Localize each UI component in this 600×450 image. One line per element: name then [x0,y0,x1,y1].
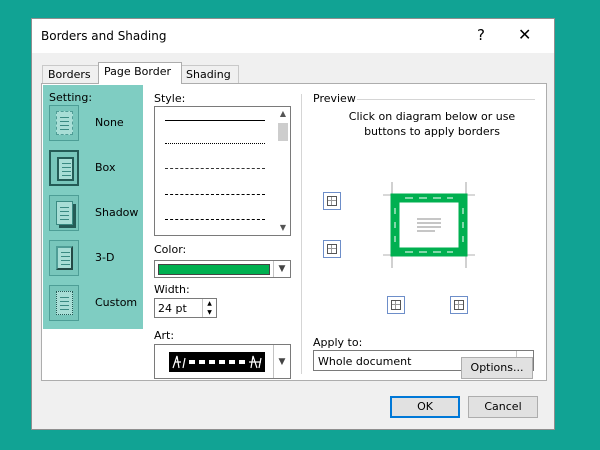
divider [301,94,302,374]
preview-hint: Click on diagram below or use buttons to… [348,110,516,138]
setting-none[interactable]: None [49,105,139,143]
page-box-icon [49,150,79,186]
options-button[interactable]: Options... [461,357,533,379]
spin-down-icon[interactable]: ▼ [203,308,216,317]
border-left-icon [391,300,401,310]
tab-shading[interactable]: Shading [180,65,239,84]
setting-box[interactable]: Box [49,150,139,188]
scroll-down-icon[interactable]: ▼ [276,221,290,235]
art-label: Art: [154,329,175,342]
style-line-dash-dot[interactable] [165,219,265,220]
art-pattern-preview [169,352,265,372]
page-shadow-icon [49,195,79,231]
style-line-solid[interactable] [165,120,265,121]
preview-label: Preview [313,92,356,105]
border-right-icon [454,300,464,310]
setting-3d[interactable]: 3-D [49,240,139,278]
color-label: Color: [154,243,187,256]
top-border-button[interactable] [323,192,341,210]
borders-shading-dialog: Borders and Shading ? ✕ Borders Page Bor… [31,18,555,430]
setting-shadow-label: Shadow [95,206,139,219]
page-3d-icon [49,240,79,276]
width-value: 24 pt [158,302,187,315]
title-bar: Borders and Shading ? ✕ [32,19,554,53]
spin-up-icon[interactable]: ▲ [203,299,216,308]
color-dropdown[interactable]: ▼ [154,260,291,278]
border-top-icon [327,196,337,206]
ok-button[interactable]: OK [390,396,460,418]
style-line-dashed[interactable] [165,194,265,195]
color-swatch [158,264,270,275]
setting-3d-label: 3-D [95,251,115,264]
setting-custom[interactable]: Custom [49,285,139,323]
setting-none-label: None [95,116,124,129]
setting-label: Setting: [49,91,93,104]
bottom-border-button[interactable] [323,240,341,258]
cancel-button[interactable]: Cancel [468,396,538,418]
page-custom-icon [49,285,79,321]
preview-diagram[interactable] [383,182,475,268]
tab-borders[interactable]: Borders [42,65,100,84]
setting-custom-label: Custom [95,296,138,309]
width-spinner[interactable]: ▲ ▼ [202,299,216,317]
right-border-button[interactable] [450,296,468,314]
style-list[interactable]: ▲ ▼ [154,106,291,236]
width-label: Width: [154,283,190,296]
style-line-dashed-small[interactable] [165,168,265,169]
preview-page-icon [383,182,475,268]
dialog-title: Borders and Shading [41,29,167,43]
divider [357,99,535,100]
style-label: Style: [154,92,186,105]
left-border-button[interactable] [387,296,405,314]
help-button[interactable]: ? [477,26,485,44]
setting-shadow[interactable]: Shadow [49,195,139,233]
scrollbar-thumb[interactable] [278,123,288,141]
style-line-dotted[interactable] [165,143,265,144]
tab-page-border[interactable]: Page Border [98,62,182,84]
setting-group: Setting: None Box Shadow 3-D Custom [43,85,143,329]
chevron-down-icon[interactable]: ▼ [273,345,290,378]
setting-box-label: Box [95,161,116,174]
width-input[interactable]: 24 pt ▲ ▼ [154,298,217,318]
border-bottom-icon [327,244,337,254]
art-dropdown[interactable]: ▼ [154,344,291,379]
scroll-up-icon[interactable]: ▲ [276,107,290,121]
chevron-down-icon[interactable]: ▼ [273,261,290,277]
close-button[interactable]: ✕ [518,25,531,44]
page-border-panel: Setting: None Box Shadow 3-D Custom Styl… [41,83,547,381]
apply-to-value: Whole document [318,355,412,368]
page-none-icon [49,105,79,141]
apply-to-label: Apply to: [313,336,363,349]
